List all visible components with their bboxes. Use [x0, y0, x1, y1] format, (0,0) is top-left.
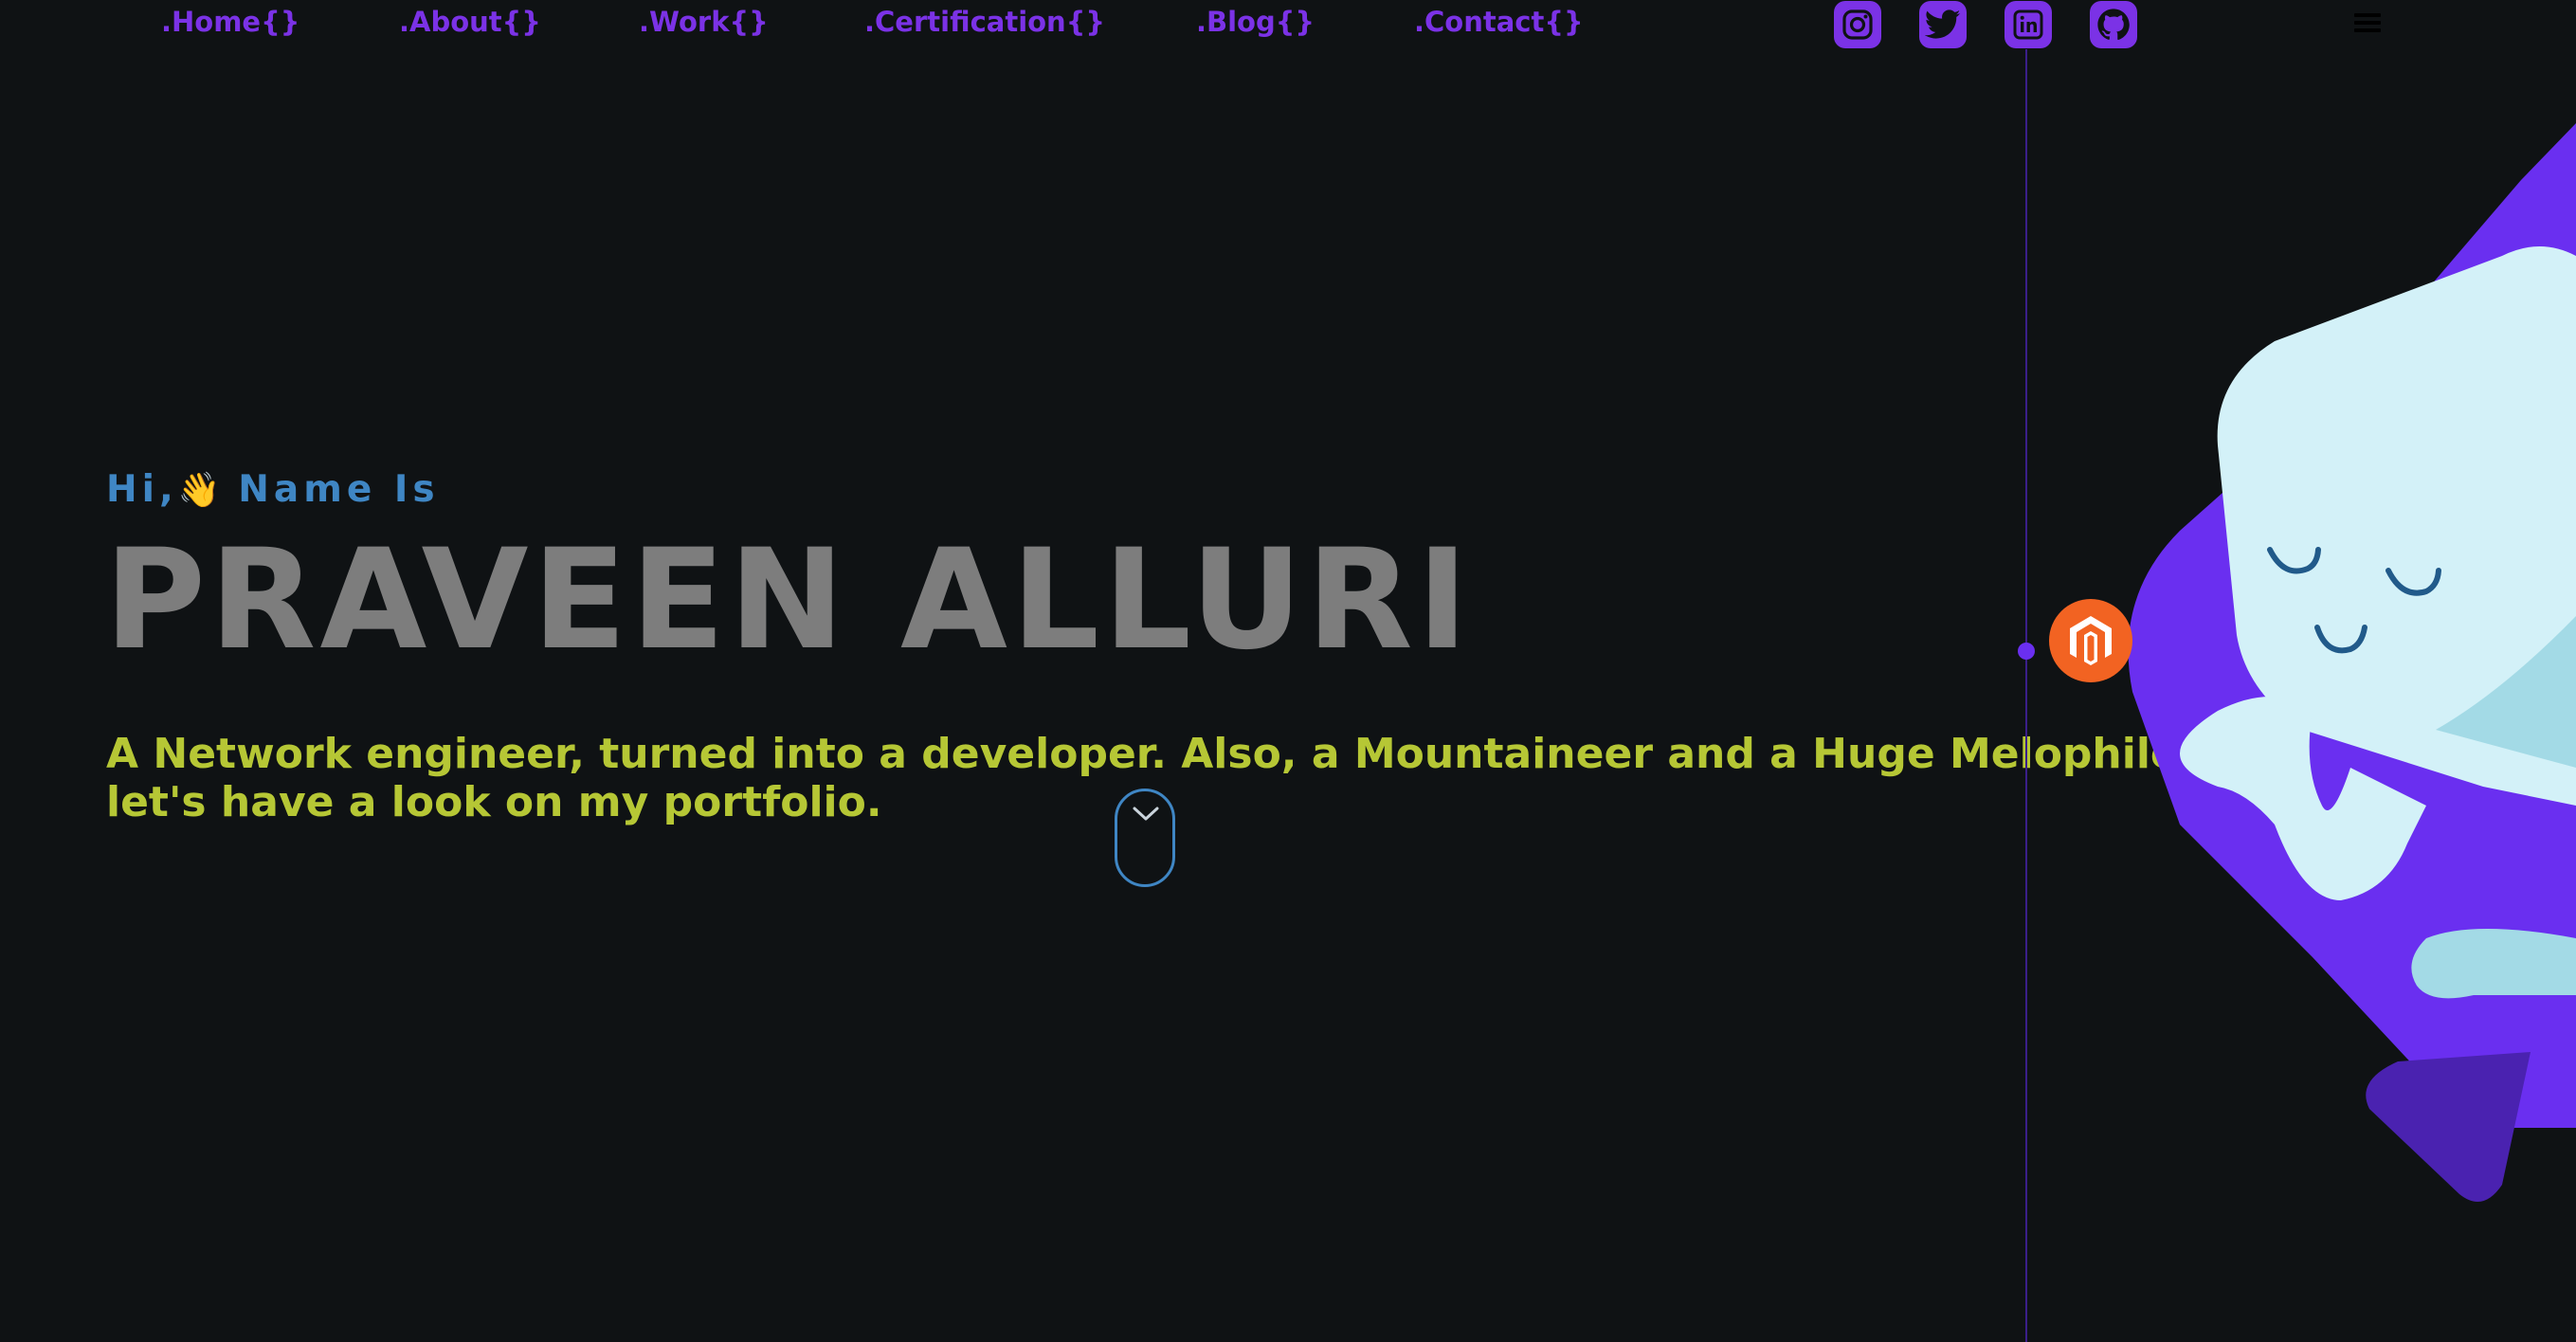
nav-link-work[interactable]: .Work{}: [639, 6, 769, 38]
magento-icon: [2049, 599, 2132, 682]
nav-link-about[interactable]: .About{}: [399, 6, 541, 38]
hero-name: PRAVEEN ALLURI: [104, 519, 1473, 680]
scroll-down-mouse-icon[interactable]: [1115, 789, 1175, 887]
nav-link-contact[interactable]: .Contact{}: [1414, 6, 1584, 38]
waving-hand-icon: 👋: [177, 471, 221, 510]
tagline-line-1: A Network engineer, turned into a develo…: [106, 730, 2195, 778]
nav-link-blog[interactable]: .Blog{}: [1196, 6, 1315, 38]
linkedin-icon[interactable]: [2005, 1, 2052, 48]
greeting-text: Hi,👋 Name Is: [106, 468, 440, 511]
top-navigation: .Home{} .About{} .Work{} .Certification{…: [0, 0, 2576, 49]
nav-link-home[interactable]: .Home{}: [161, 6, 299, 38]
instagram-icon[interactable]: [1834, 1, 1881, 48]
github-icon[interactable]: [2090, 1, 2137, 48]
hamburger-menu-icon[interactable]: [2354, 9, 2385, 36]
nav-link-certification[interactable]: .Certification{}: [864, 6, 1105, 38]
portfolio-page: .Home{} .About{} .Work{} .Certification{…: [0, 0, 2576, 1342]
greeting-suffix: Name Is: [220, 468, 440, 511]
divider-marker: [2018, 643, 2035, 660]
greeting-prefix: Hi,: [106, 468, 178, 511]
chevron-down-icon: [1133, 807, 1159, 821]
twitter-icon[interactable]: [1919, 1, 1967, 48]
vertical-divider: [2025, 49, 2027, 1342]
